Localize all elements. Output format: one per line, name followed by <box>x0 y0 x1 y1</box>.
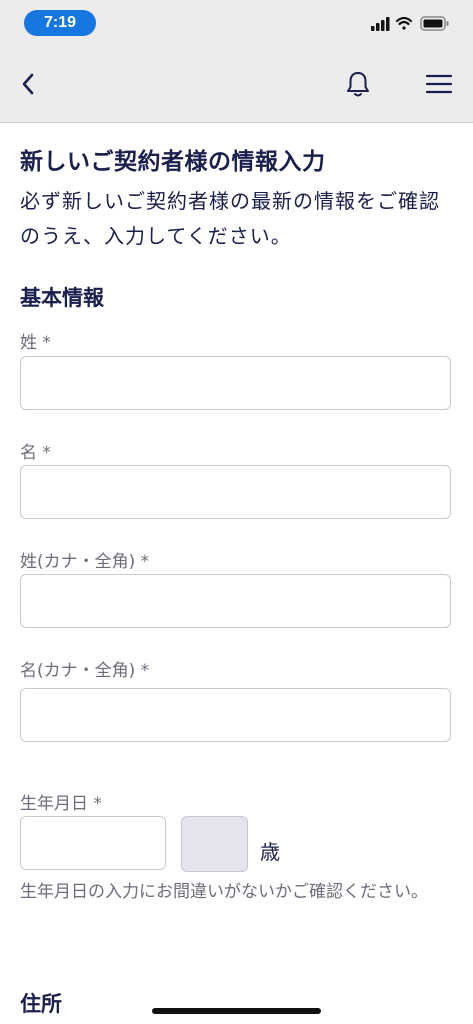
last-name-kana-label: 姓(カナ・全角) * <box>20 552 150 572</box>
battery-icon <box>420 16 449 31</box>
home-indicator <box>152 1008 321 1014</box>
hamburger-menu-icon <box>425 74 453 94</box>
bell-icon <box>347 72 369 97</box>
menu-button[interactable] <box>416 46 462 122</box>
navigation-bar <box>0 46 473 123</box>
first-name-kana-label: 名(カナ・全角) * <box>20 661 150 681</box>
last-name-label: 姓 * <box>20 333 51 353</box>
page-description: 必ず新しいご契約者様の最新の情報をご確認のうえ、入力してください。 <box>20 189 440 248</box>
last-name-kana-field[interactable] <box>20 574 451 628</box>
status-bar: 7:19 <box>0 0 473 46</box>
back-button[interactable] <box>8 46 48 122</box>
birthdate-field[interactable] <box>20 816 166 870</box>
age-unit-label: 歳 <box>260 840 280 864</box>
last-name-field[interactable] <box>20 356 451 410</box>
first-name-label: 名 * <box>20 443 51 463</box>
basic-info-heading: 基本情報 <box>20 286 104 310</box>
wifi-icon <box>395 16 413 30</box>
age-display <box>181 816 248 872</box>
address-heading: 住所 <box>20 992 62 1016</box>
birthdate-note: 生年月日の入力にお間違いがないかご確認ください。 <box>20 882 428 902</box>
status-icons <box>371 14 453 34</box>
notifications-button[interactable] <box>336 46 380 122</box>
first-name-field[interactable] <box>20 465 451 519</box>
back-chevron-icon <box>22 73 34 95</box>
first-name-kana-field[interactable] <box>20 688 451 742</box>
status-time: 7:19 <box>24 10 96 36</box>
birthdate-label: 生年月日 * <box>20 794 102 814</box>
page-title: 新しいご契約者様の情報入力 <box>20 149 326 175</box>
cellular-signal-icon <box>371 17 390 31</box>
